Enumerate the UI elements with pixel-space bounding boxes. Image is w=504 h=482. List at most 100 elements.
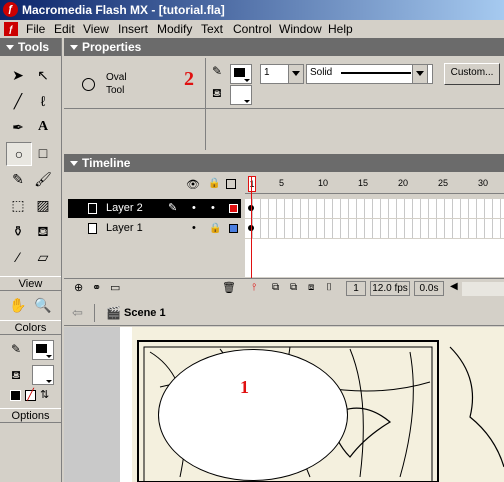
stroke-height-field[interactable]: 1: [260, 64, 291, 84]
menu-bar: ƒ File Edit View Insert Modify Text Cont…: [0, 20, 504, 38]
rectangle-tool-icon[interactable]: □: [31, 142, 55, 164]
eyedropper-tool-icon[interactable]: ⁄: [6, 246, 30, 268]
arrow-tool-icon[interactable]: ➤: [6, 64, 30, 86]
tool-name-line2: Tool: [106, 85, 125, 96]
center-frame-icon[interactable]: ⫯: [252, 282, 256, 293]
stroke-color-swatch[interactable]: [230, 64, 252, 84]
frame-number-5: 5: [279, 178, 285, 188]
onion-skin-outlines-icon[interactable]: ⧉: [290, 282, 297, 293]
annotation-number: 2: [184, 68, 194, 90]
tool-name-line1: Oval: [106, 72, 127, 83]
eraser-tool-icon[interactable]: ▱: [31, 246, 55, 268]
lock-icon[interactable]: 🔒: [209, 219, 221, 238]
menu-file[interactable]: File: [26, 20, 45, 38]
visibility-dot[interactable]: •: [192, 219, 196, 238]
text-tool-icon[interactable]: A: [31, 116, 55, 138]
properties-panel-title: Properties: [82, 40, 142, 54]
insert-layer-folder-icon[interactable]: ▭: [110, 281, 120, 294]
layer-2-frames[interactable]: [245, 199, 504, 218]
layer-row-2[interactable]: Layer 2 ✎ • •: [68, 199, 241, 218]
free-transform-tool-icon[interactable]: ⬚: [6, 194, 30, 216]
fill-color-bucket-icon: ⛾: [11, 368, 21, 382]
swap-colors-icon[interactable]: ⇅: [40, 388, 52, 402]
drawn-oval[interactable]: [158, 349, 348, 481]
collapse-arrow-icon: [70, 161, 78, 166]
layer-row-1[interactable]: Layer 1 • 🔒: [68, 219, 241, 238]
subselect-tool-icon[interactable]: ↖: [31, 64, 55, 86]
scroll-left-arrow-icon[interactable]: ◀: [450, 281, 458, 292]
horizontal-scrollbar[interactable]: [462, 282, 504, 296]
brush-tool-icon[interactable]: 🖌: [31, 168, 55, 190]
menu-window[interactable]: Window: [279, 20, 322, 38]
menu-view[interactable]: View: [83, 20, 109, 38]
menu-help[interactable]: Help: [328, 20, 353, 38]
options-section-label: Options: [0, 408, 61, 423]
add-motion-guide-icon[interactable]: ⚭: [92, 281, 101, 294]
visibility-dot[interactable]: •: [192, 199, 196, 218]
custom-stroke-button[interactable]: Custom...: [444, 63, 500, 85]
flash-app-icon: ƒ: [3, 2, 18, 17]
tools-stroke-color-swatch[interactable]: [32, 340, 54, 360]
colors-section-label: Colors: [0, 320, 61, 335]
default-colors-icon[interactable]: [10, 390, 21, 401]
elapsed-time-readout: 0.0s: [414, 281, 444, 296]
ink-bottle-tool-icon[interactable]: ⚱: [6, 220, 30, 242]
divider: [205, 58, 206, 150]
line-tool-icon[interactable]: ╱: [6, 90, 30, 112]
stroke-height-dropdown[interactable]: [288, 64, 304, 84]
lock-dot[interactable]: •: [211, 199, 215, 218]
back-arrow-icon[interactable]: ⇦: [72, 305, 83, 321]
timeline-panel: 👁 🔒 1 5 10 15 20 25 30 Layer 2 ✎ • • Lay…: [64, 172, 504, 298]
show-hide-eye-icon[interactable]: 👁: [186, 178, 200, 191]
properties-panel-header[interactable]: Properties: [64, 38, 504, 56]
stroke-preview-line: [341, 72, 411, 74]
layer-page-icon: [88, 223, 97, 234]
insert-layer-icon[interactable]: ⊕: [74, 281, 83, 294]
timeline-panel-header[interactable]: Timeline: [64, 154, 504, 172]
oval-tool-icon[interactable]: ○: [6, 142, 32, 166]
frame-number-10: 10: [318, 178, 329, 188]
delete-layer-icon[interactable]: 🗑: [222, 281, 236, 294]
hand-tool-icon[interactable]: ✋: [6, 294, 30, 316]
paint-bucket-tool-icon[interactable]: ⛾: [31, 220, 55, 242]
menu-edit[interactable]: Edit: [54, 20, 75, 38]
outline-icon[interactable]: [226, 179, 236, 189]
zoom-tool-icon[interactable]: 🔍: [31, 294, 55, 316]
outline-color-swatch[interactable]: [229, 204, 238, 213]
window-title: Macromedia Flash MX - [tutorial.fla]: [22, 3, 225, 17]
lock-icon[interactable]: 🔒: [208, 178, 220, 189]
tools-panel-header[interactable]: Tools: [0, 38, 61, 56]
empty-frames-area[interactable]: [245, 239, 504, 277]
menu-insert[interactable]: Insert: [118, 20, 148, 38]
frame-ruler[interactable]: 1 5 10 15 20 25 30: [245, 174, 504, 194]
outline-color-swatch[interactable]: [229, 224, 238, 233]
layer-page-icon: [88, 203, 97, 214]
menu-text[interactable]: Text: [201, 20, 223, 38]
stroke-style-dropdown[interactable]: [412, 64, 428, 84]
tools-fill-color-swatch[interactable]: [32, 365, 54, 385]
menu-control[interactable]: Control: [233, 20, 272, 38]
edit-bar: ⇦ 🎬 Scene 1: [64, 300, 504, 326]
document-icon[interactable]: ƒ: [4, 22, 18, 36]
onion-skin-icon[interactable]: ⧉: [272, 282, 279, 293]
pencil-tool-icon[interactable]: ✎: [6, 168, 30, 190]
menu-modify[interactable]: Modify: [157, 20, 192, 38]
current-frame-readout: 1: [346, 281, 366, 296]
fill-transform-tool-icon[interactable]: ▨: [31, 194, 55, 216]
no-color-icon[interactable]: ╱: [25, 390, 36, 401]
pen-tool-icon[interactable]: ✒: [6, 116, 30, 138]
layer-name: Layer 2: [106, 202, 143, 214]
annotation-number: 1: [240, 377, 249, 397]
edit-multiple-frames-icon[interactable]: ⧈: [308, 282, 314, 293]
layer-1-frames[interactable]: [245, 219, 504, 238]
view-section-label: View: [0, 276, 61, 291]
lasso-tool-icon[interactable]: ℓ: [31, 90, 55, 112]
properties-panel: Oval Tool 2 ✎ 1 Solid Custom... ⛾: [64, 56, 504, 152]
oval-tool-icon: [82, 78, 95, 91]
frame-number-30: 30: [478, 178, 489, 188]
frame-number-15: 15: [358, 178, 369, 188]
tools-panel-title: Tools: [18, 40, 50, 54]
modify-onion-markers-icon[interactable]: ⌷: [326, 282, 332, 293]
stage-canvas[interactable]: 1: [64, 327, 504, 482]
fill-color-swatch[interactable]: [230, 85, 252, 105]
